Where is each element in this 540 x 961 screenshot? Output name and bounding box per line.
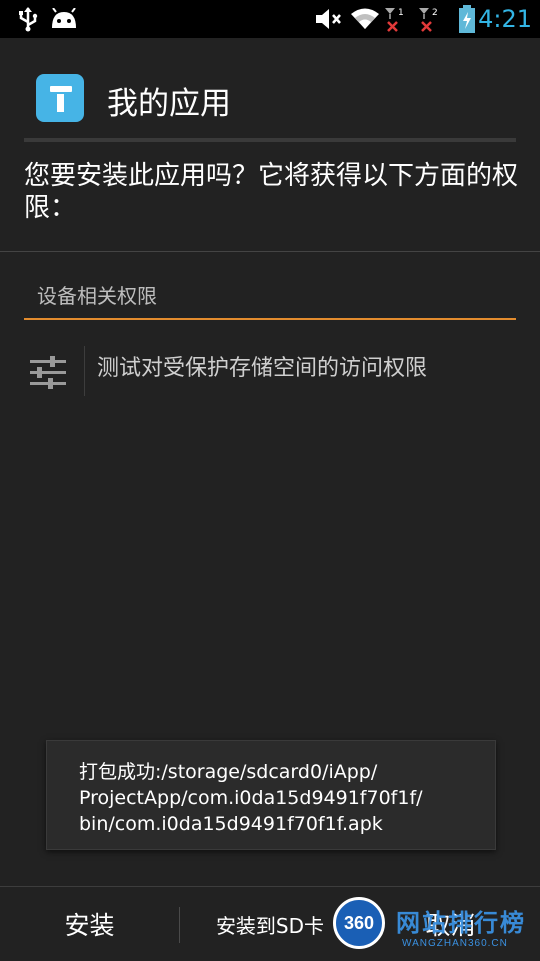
svg-text:1: 1 <box>398 8 404 18</box>
permission-section-title: 设备相关权限 <box>37 284 157 308</box>
android-icon <box>48 0 80 38</box>
clock: 4:21 <box>478 5 532 33</box>
app-name: 我的应用 <box>107 86 231 122</box>
app-icon <box>36 74 84 122</box>
toast-message: 打包成功:/storage/sdcard0/iApp/ ProjectApp/c… <box>79 761 423 835</box>
signal-2-icon: 2 <box>416 0 440 38</box>
watermark-name: 网站排行榜 <box>396 909 526 937</box>
wifi-icon <box>349 0 381 38</box>
header-divider <box>24 138 516 142</box>
section-divider <box>24 318 516 320</box>
watermark-logo: 360 <box>333 897 385 949</box>
status-bar: 1 2 4:21 <box>0 0 540 38</box>
permission-item-separator <box>84 346 85 396</box>
watermark-site: WANGZHAN360.CN <box>402 938 508 949</box>
settings-sliders-icon <box>28 352 68 392</box>
svg-text:2: 2 <box>432 8 438 18</box>
toast: 打包成功:/storage/sdcard0/iApp/ ProjectApp/c… <box>46 740 496 850</box>
divider <box>0 251 540 252</box>
install-button[interactable]: 安装 <box>0 887 179 961</box>
permission-item[interactable]: 测试对受保护存储空间的访问权限 <box>0 340 540 400</box>
permission-label: 测试对受保护存储空间的访问权限 <box>97 356 428 381</box>
install-question: 您要安装此应用吗？它将获得以下方面的权限： <box>24 161 519 223</box>
signal-1-icon: 1 <box>382 0 406 38</box>
usb-icon <box>14 0 42 38</box>
mute-icon <box>313 0 343 38</box>
battery-charging-icon <box>456 0 478 38</box>
